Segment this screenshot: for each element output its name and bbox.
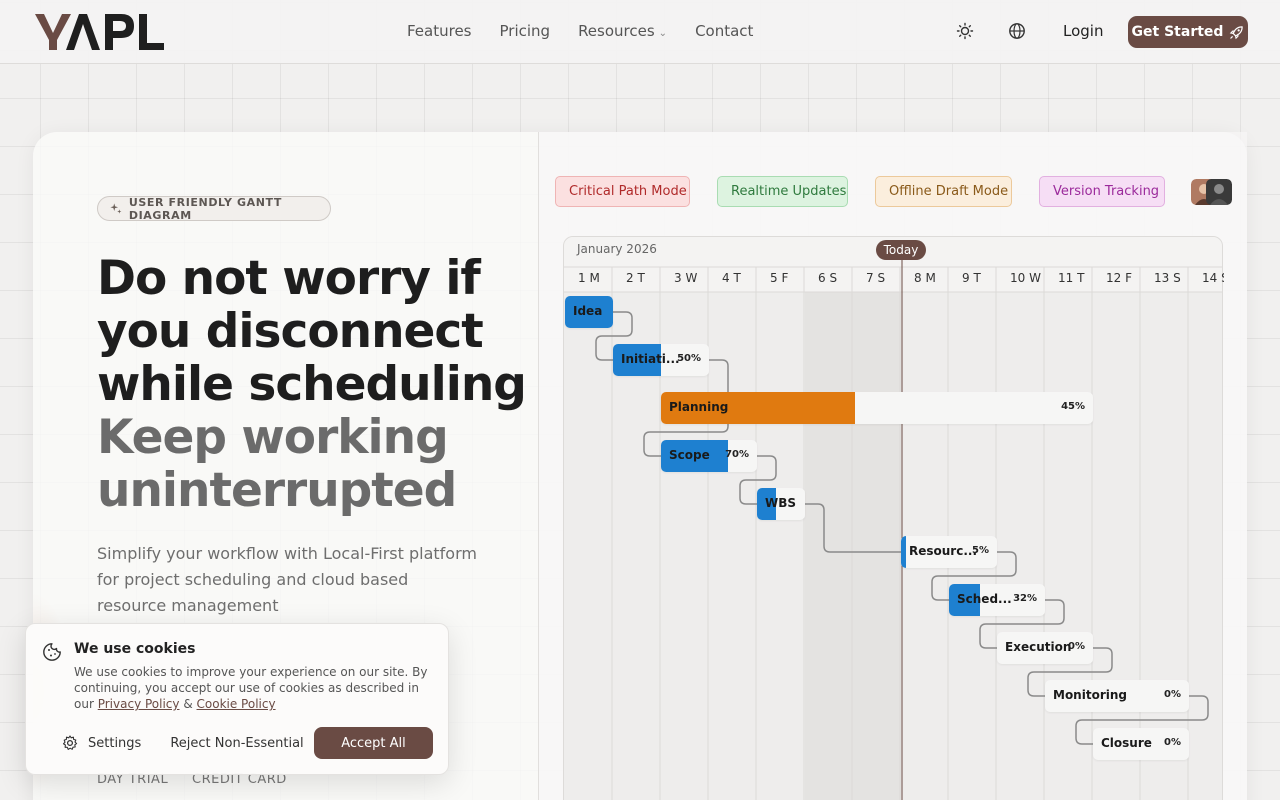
gantt-task-progress-value: 70% xyxy=(725,449,749,460)
nav-contact[interactable]: Contact xyxy=(695,22,753,40)
gantt-task-label: Initiati... xyxy=(621,352,680,366)
gantt-task-progress-value: 50% xyxy=(677,353,701,364)
reject-non-essential-button[interactable]: Reject Non-Essential xyxy=(170,727,303,759)
cookie-banner: We use cookies We use cookies to improve… xyxy=(25,623,449,775)
gantt-day-label: 5 F xyxy=(770,271,789,285)
gantt-task-progress-value: 45% xyxy=(1061,401,1085,412)
feature-badge: USER FRIENDLY GANTT DIAGRAM xyxy=(97,195,331,222)
gantt-task-label: Closure xyxy=(1101,736,1152,750)
gantt-day-label: 4 T xyxy=(722,271,741,285)
gantt-day-label: 3 W xyxy=(674,271,698,285)
gantt-task-label: Monitoring xyxy=(1053,688,1127,702)
badge-label: USER FRIENDLY GANTT DIAGRAM xyxy=(128,195,282,222)
chevron-down-icon: ⌄ xyxy=(658,28,668,39)
gantt-day-label: 13 S xyxy=(1154,271,1181,285)
headline-line-3: while scheduling xyxy=(97,357,527,412)
cookie-text: We use cookies to improve your experienc… xyxy=(74,664,434,712)
privacy-policy-link[interactable]: Privacy Policy xyxy=(98,697,180,711)
critical-path-label: Critical Path Mode xyxy=(569,184,687,199)
version-tracking-button[interactable]: Version Tracking xyxy=(1039,176,1165,207)
gear-icon xyxy=(62,735,78,750)
gantt-day-label: 6 S xyxy=(818,271,838,285)
main-nav: Features Pricing Resources ⌄ Contact xyxy=(407,22,753,40)
accept-all-button[interactable]: Accept All xyxy=(314,727,433,759)
gantt-month: January 2026 xyxy=(577,242,657,256)
gantt-task-bar[interactable]: Initiati... 50% xyxy=(613,344,709,376)
gantt-day-label: 10 W xyxy=(1010,271,1041,285)
headline-line-1: Do not worry if xyxy=(97,251,481,306)
gantt-task-bar[interactable]: WBS xyxy=(757,488,805,520)
site-header: Features Pricing Resources ⌄ Contact Logi… xyxy=(0,0,1280,64)
gantt-day-label: 9 T xyxy=(962,271,981,285)
gantt-day-label: 14 S xyxy=(1202,271,1224,285)
gantt-day-label: 12 F xyxy=(1106,271,1132,285)
gantt-task-progress-value: 0% xyxy=(1068,641,1085,652)
critical-path-mode-button[interactable]: Critical Path Mode xyxy=(555,176,690,207)
gantt-day-label: 11 T xyxy=(1058,271,1085,285)
gantt-day-label: 8 M xyxy=(914,271,936,285)
gantt-task-bar[interactable]: Planning 45% xyxy=(661,392,1093,424)
nav-resources-label: Resources xyxy=(578,22,655,40)
nav-features[interactable]: Features xyxy=(407,22,472,40)
cookie-amp: & xyxy=(183,697,193,711)
gantt-task-bar[interactable]: Execution 0% xyxy=(997,632,1093,664)
realtime-updates-button[interactable]: Realtime Updates xyxy=(717,176,848,207)
gantt-task-label: Sched... xyxy=(957,592,1012,606)
offline-draft-label: Offline Draft Mode xyxy=(889,184,1009,199)
gantt-day-label: 1 M xyxy=(578,271,600,285)
gantt-task-progress-value: 32% xyxy=(1013,593,1037,604)
gantt-task-label: WBS xyxy=(765,496,797,510)
gantt-svg xyxy=(564,237,1222,800)
gantt-task-bar[interactable]: Sched... 32% xyxy=(949,584,1045,616)
avatar xyxy=(1206,179,1232,205)
gantt-task-label: Idea xyxy=(573,304,603,318)
yapl-logo[interactable] xyxy=(35,14,165,50)
gantt-task-progress-value: 0% xyxy=(1164,737,1181,748)
cookie-policy-link[interactable]: Cookie Policy xyxy=(197,697,276,711)
hero-headline: Do not worry if you disconnect while sch… xyxy=(97,252,527,517)
cookie-settings-label: Settings xyxy=(88,735,142,751)
today-marker: Today xyxy=(876,240,926,260)
gantt-task-bar[interactable]: Monitoring 0% xyxy=(1045,680,1189,712)
gantt-task-progress-value: 5% xyxy=(972,545,989,556)
cookie-title: We use cookies xyxy=(74,641,196,657)
gantt-day-label: 2 T xyxy=(626,271,645,285)
headline-line-4: Keep working xyxy=(97,410,449,465)
gantt-task-label: Execution xyxy=(1005,640,1072,654)
hero-subtitle: Simplify your workflow with Local-First … xyxy=(97,544,477,615)
gantt-task-bar[interactable]: Scope 70% xyxy=(661,440,757,472)
get-started-button[interactable]: Get Started xyxy=(1128,16,1248,48)
headline-line-2: you disconnect xyxy=(97,304,484,359)
rocket-icon xyxy=(1230,25,1244,39)
headline-line-5: uninterrupted xyxy=(97,463,457,518)
sparkles-icon xyxy=(110,203,122,214)
login-link[interactable]: Login xyxy=(1063,22,1103,40)
version-tracking-label: Version Tracking xyxy=(1053,184,1160,199)
gantt-chart xyxy=(563,236,1223,800)
gantt-task-progress-value: 0% xyxy=(1164,689,1181,700)
realtime-updates-label: Realtime Updates xyxy=(731,184,847,199)
gantt-task-progress-fill xyxy=(901,536,906,568)
gantt-task-bar[interactable]: Resourc... 5% xyxy=(901,536,997,568)
get-started-label: Get Started xyxy=(1131,24,1224,40)
cookie-icon xyxy=(43,643,61,661)
gantt-task-bar[interactable]: Closure 0% xyxy=(1093,728,1189,760)
gantt-task-label: Scope xyxy=(669,448,710,462)
globe-icon[interactable] xyxy=(1008,22,1026,40)
nav-pricing[interactable]: Pricing xyxy=(500,22,551,40)
offline-draft-mode-button[interactable]: Offline Draft Mode xyxy=(875,176,1012,207)
gantt-task-label: Resourc... xyxy=(909,544,978,558)
gantt-day-label: 7 S xyxy=(866,271,886,285)
sun-icon[interactable] xyxy=(956,22,974,40)
gantt-task-label: Planning xyxy=(669,400,729,414)
cookie-settings-button[interactable]: Settings xyxy=(62,735,141,751)
nav-resources[interactable]: Resources ⌄ xyxy=(578,22,667,40)
gantt-task-bar[interactable]: Idea xyxy=(565,296,613,328)
